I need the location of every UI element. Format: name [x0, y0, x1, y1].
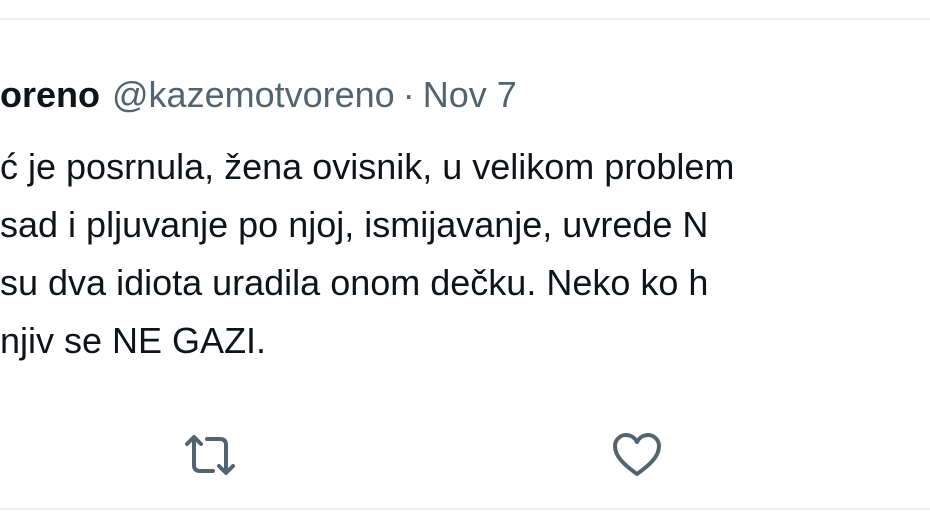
heart-icon: [613, 433, 661, 476]
tweet-line-4: njiv se NE GAZI.: [0, 320, 267, 361]
retweet-icon: [185, 435, 235, 475]
user-handle[interactable]: @kazemotvoreno: [112, 74, 395, 115]
tweet-actions: [0, 425, 930, 485]
retweet-button[interactable]: [180, 425, 240, 485]
tweet-line-2: sad i pljuvanje po njoj, ismijavanje, uv…: [0, 204, 709, 245]
tweet-header: oreno @kazemotvoreno · Nov 7: [0, 70, 517, 120]
separator-dot: ·: [402, 74, 415, 115]
like-button[interactable]: [607, 425, 667, 485]
tweet-text: ć je posrnula, žena ovisnik, u velikom p…: [0, 138, 930, 370]
tweet-line-3: su dva idiota uradila onom dečku. Neko k…: [0, 262, 709, 303]
bottom-divider: [0, 508, 930, 510]
tweet-date[interactable]: Nov 7: [423, 74, 517, 115]
tweet-screenshot: oreno @kazemotvoreno · Nov 7 ć je posrnula,…: [0, 0, 930, 525]
top-divider: [0, 18, 930, 20]
tweet-line-1: ć je posrnula, žena ovisnik, u velikom p…: [0, 146, 735, 187]
display-name[interactable]: oreno: [0, 74, 100, 115]
